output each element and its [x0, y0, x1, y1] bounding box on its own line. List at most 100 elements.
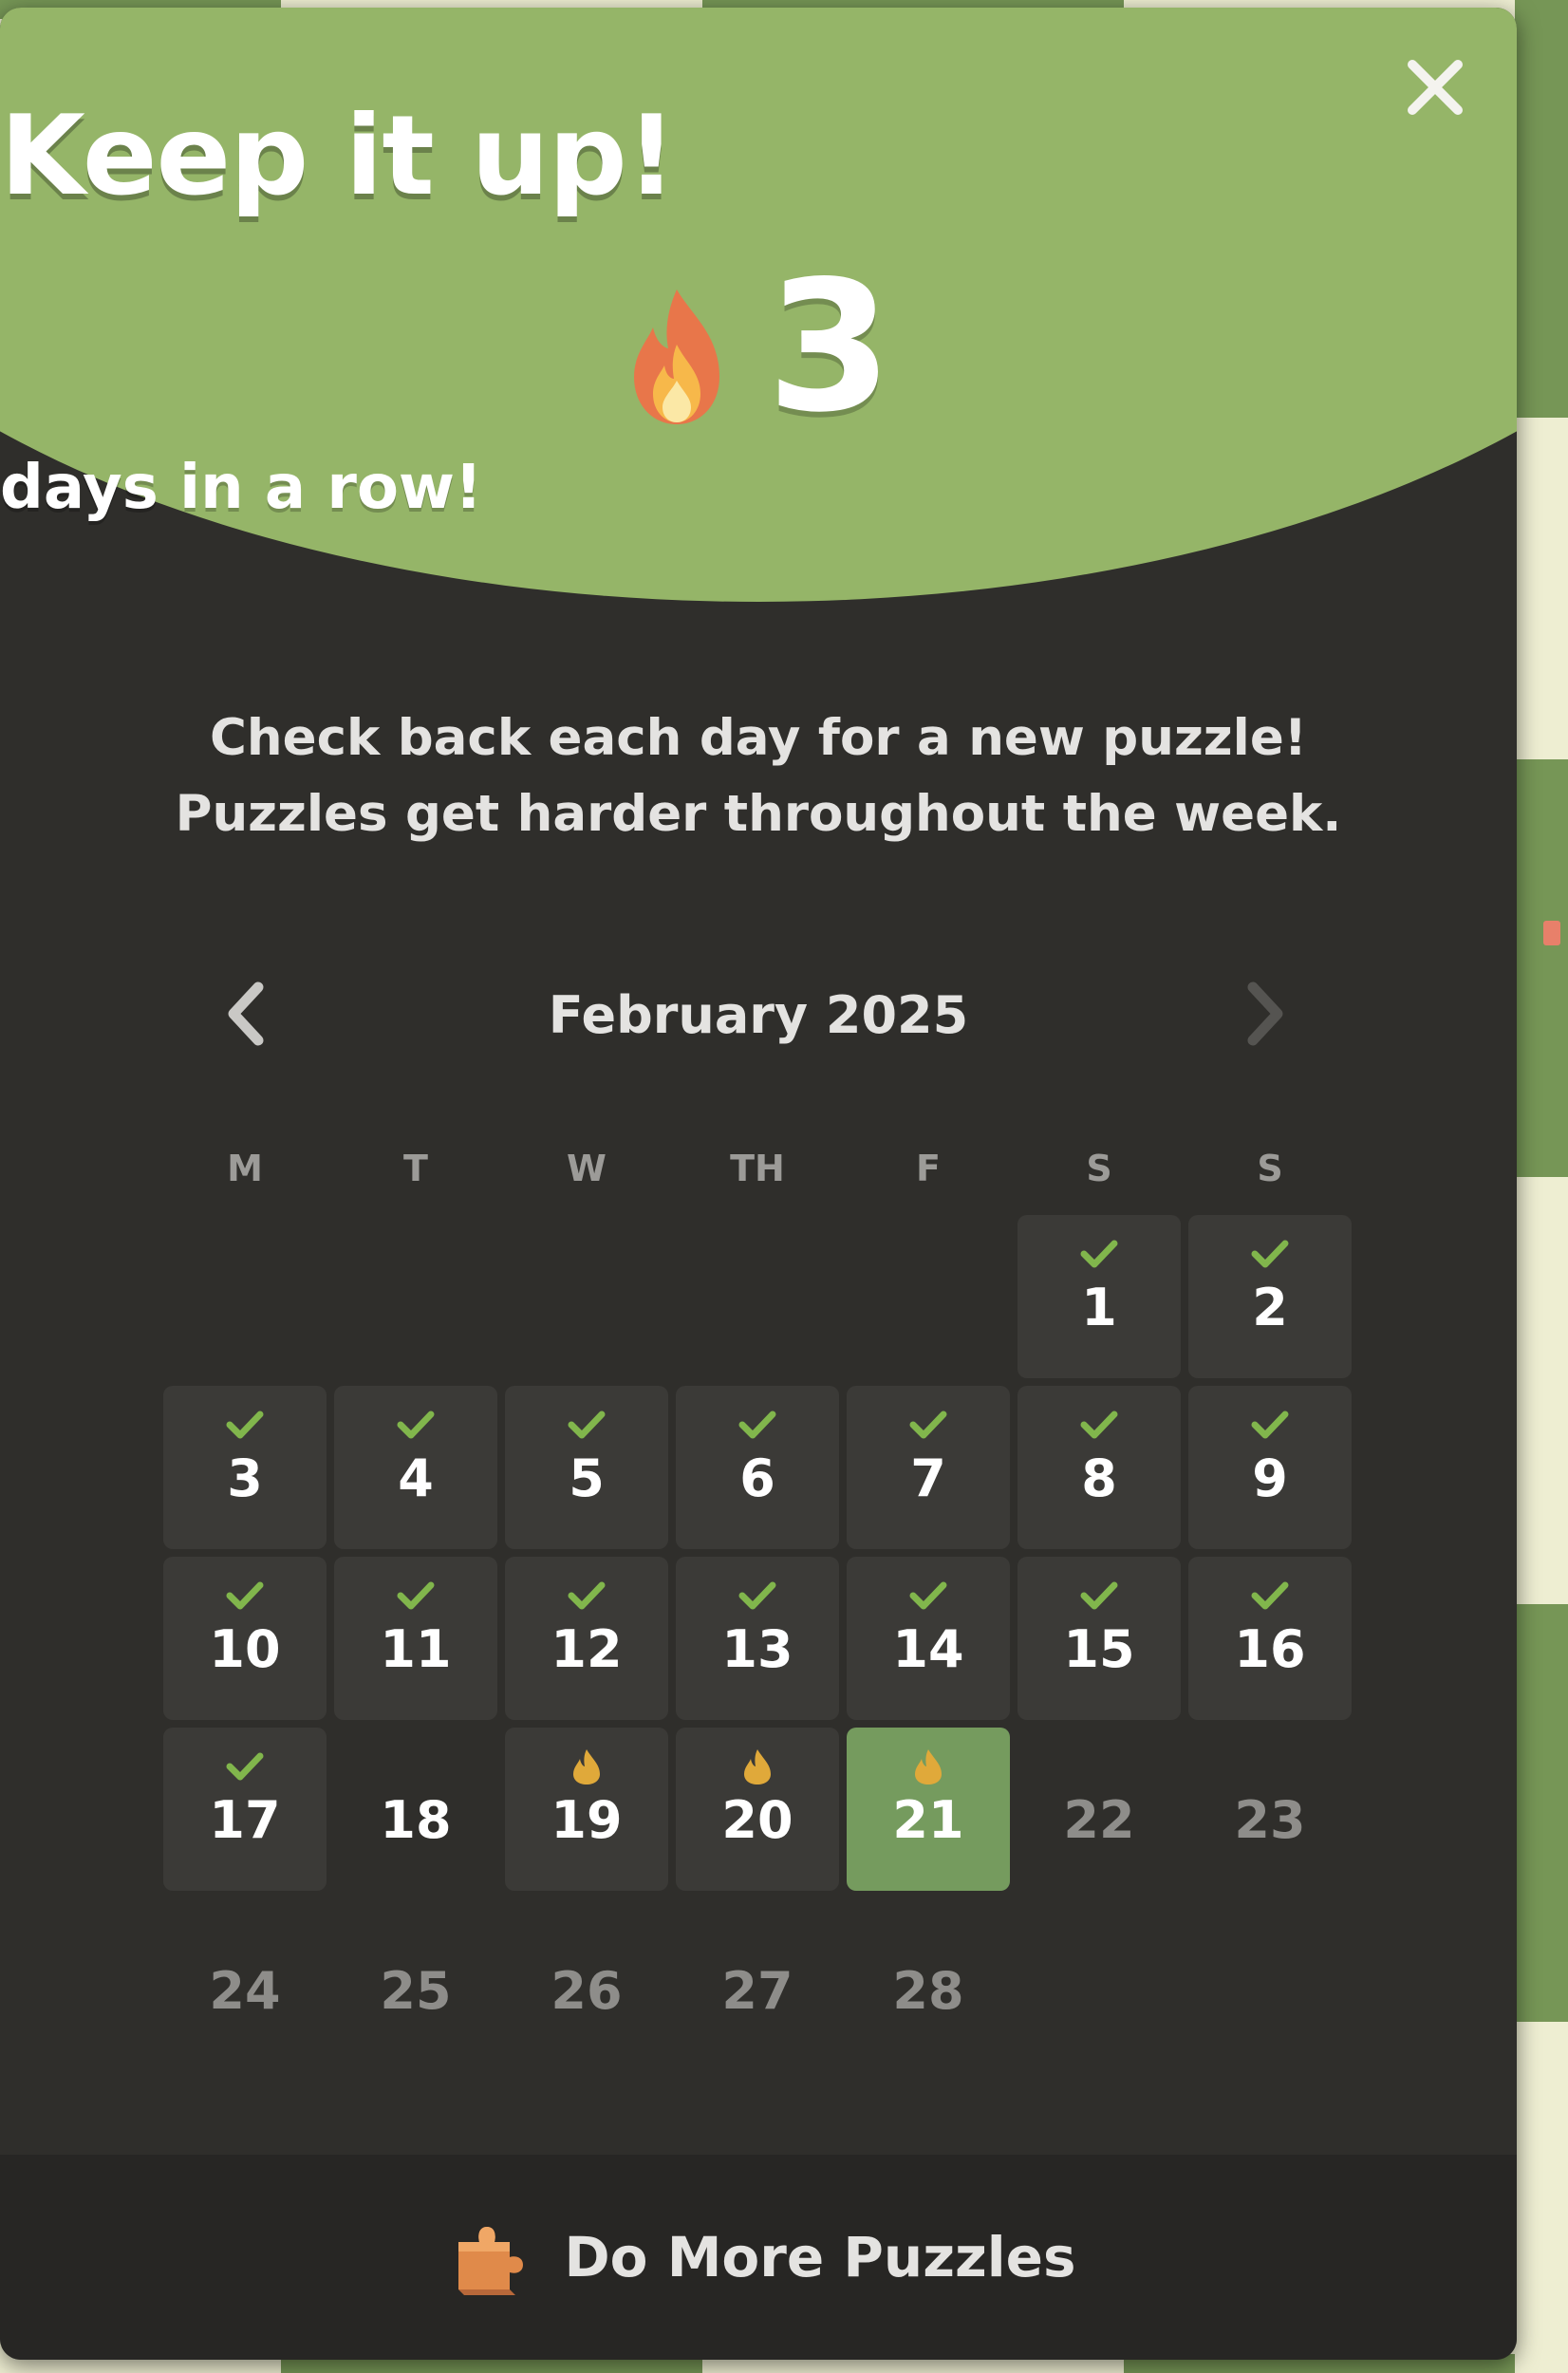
next-month-button[interactable]	[1224, 976, 1300, 1052]
calendar-blank-cell	[334, 1215, 497, 1378]
checkmark-icon	[566, 1403, 607, 1447]
streak-label: days in a row!	[0, 453, 483, 523]
weekday-label: M	[227, 1148, 263, 1189]
calendar-day-28: 28	[847, 1898, 1010, 2062]
checkmark-icon	[395, 1574, 437, 1617]
checkmark-icon	[1078, 1403, 1120, 1447]
calendar-day-number: 11	[380, 1619, 452, 1679]
calendar-day-number: 22	[1063, 1790, 1135, 1850]
info-message: Check back each day for a new puzzle! Pu…	[0, 701, 1517, 852]
info-message-line-1: Check back each day for a new puzzle!	[210, 709, 1307, 767]
calendar-blank-cell	[676, 1215, 839, 1378]
calendar-day-20[interactable]: 20	[676, 1728, 839, 1891]
checkmark-icon	[395, 1403, 437, 1447]
calendar-day-number: 21	[892, 1790, 964, 1850]
calendar-day-number: 18	[380, 1790, 452, 1850]
calendar-day-number: 24	[209, 1961, 281, 2021]
board-background-strip	[1515, 0, 1568, 2373]
do-more-puzzles-button[interactable]: Do More Puzzles	[0, 2155, 1517, 2360]
calendar-day-17[interactable]: 17	[163, 1728, 327, 1891]
calendar-day-19[interactable]: 19	[505, 1728, 668, 1891]
calendar-grid: 1 2 3 4 5 6 7 8 9 10 11 12 13 14 15 16 17 18 19 20 21 22 23 24 2…	[163, 1215, 1353, 2062]
popup-title: Keep it up!	[0, 92, 677, 220]
chevron-right-icon	[1247, 981, 1283, 1046]
calendar-day-7[interactable]: 7	[847, 1386, 1010, 1549]
calendar-day-24: 24	[163, 1898, 327, 2062]
calendar-day-18[interactable]: 18	[334, 1728, 497, 1891]
checkmark-icon	[224, 1403, 266, 1447]
calendar-day-number: 7	[910, 1448, 946, 1508]
weekday-label: T	[403, 1148, 428, 1189]
calendar-day-number: 25	[380, 1961, 452, 2021]
calendar-day-number: 8	[1081, 1448, 1117, 1508]
calendar-day-5[interactable]: 5	[505, 1386, 668, 1549]
weekday-label: S	[1086, 1148, 1112, 1189]
flame-icon	[571, 1745, 602, 1788]
calendar-day-8[interactable]: 8	[1017, 1386, 1181, 1549]
calendar-day-6[interactable]: 6	[676, 1386, 839, 1549]
calendar-day-2[interactable]: 2	[1188, 1215, 1352, 1378]
calendar-day-11[interactable]: 11	[334, 1557, 497, 1720]
calendar-day-13[interactable]: 13	[676, 1557, 839, 1720]
calendar-day-number: 19	[551, 1790, 623, 1850]
calendar-day-number: 27	[721, 1961, 793, 2021]
calendar-day-9[interactable]: 9	[1188, 1386, 1352, 1549]
calendar-day-number: 28	[892, 1961, 964, 2021]
calendar-day-23: 23	[1188, 1728, 1352, 1891]
streak-count: 3	[766, 242, 893, 452]
flame-icon	[913, 1745, 943, 1788]
calendar-day-number: 26	[551, 1961, 623, 2021]
checkmark-icon	[566, 1574, 607, 1617]
calendar-day-number: 23	[1234, 1790, 1306, 1850]
weekday-label: TH	[730, 1148, 785, 1189]
streak-modal: Keep it up! 3 days in a row! Check back …	[0, 8, 1517, 2360]
calendar-day-number: 16	[1234, 1619, 1306, 1679]
streak-row: 3	[0, 242, 1517, 452]
calendar-day-number: 6	[739, 1448, 775, 1508]
calendar-day-14[interactable]: 14	[847, 1557, 1010, 1720]
checkmark-icon	[1078, 1574, 1120, 1617]
calendar-day-number: 9	[1252, 1448, 1288, 1508]
board-highlight-marker	[1543, 921, 1560, 945]
checkmark-icon	[1249, 1232, 1291, 1276]
calendar-day-number: 4	[398, 1448, 434, 1508]
calendar-day-16[interactable]: 16	[1188, 1557, 1352, 1720]
calendar-day-number: 2	[1252, 1278, 1288, 1337]
calendar-blank-cell	[505, 1215, 668, 1378]
calendar-day-12[interactable]: 12	[505, 1557, 668, 1720]
calendar-day-4[interactable]: 4	[334, 1386, 497, 1549]
checkmark-icon	[1249, 1403, 1291, 1447]
puzzle-piece-icon	[457, 2227, 523, 2295]
calendar-day-number: 14	[892, 1619, 964, 1679]
weekday-header-row: M T W TH F S S	[163, 1145, 1353, 1192]
calendar-day-15[interactable]: 15	[1017, 1557, 1181, 1720]
calendar-day-10[interactable]: 10	[163, 1557, 327, 1720]
checkmark-icon	[1249, 1574, 1291, 1617]
checkmark-icon	[224, 1745, 266, 1788]
calendar-day-25: 25	[334, 1898, 497, 2062]
calendar-header: February 2025	[0, 966, 1517, 1052]
calendar-day-22: 22	[1017, 1728, 1181, 1891]
calendar-blank-cell	[847, 1215, 1010, 1378]
flame-icon	[742, 1745, 773, 1788]
checkmark-icon	[907, 1574, 949, 1617]
calendar-day-number: 15	[1063, 1619, 1135, 1679]
calendar-day-27: 27	[676, 1898, 839, 2062]
info-message-line-2: Puzzles get harder throughout the week.	[175, 785, 1342, 843]
calendar-day-21[interactable]: 21	[847, 1728, 1010, 1891]
checkmark-icon	[737, 1574, 778, 1617]
calendar-day-1[interactable]: 1	[1017, 1215, 1181, 1378]
calendar-day-number: 12	[551, 1619, 623, 1679]
checkmark-icon	[737, 1403, 778, 1447]
checkmark-icon	[1078, 1232, 1120, 1276]
calendar-blank-cell	[163, 1215, 327, 1378]
weekday-label: S	[1257, 1148, 1283, 1189]
calendar-day-number: 1	[1081, 1278, 1117, 1337]
checkmark-icon	[907, 1403, 949, 1447]
calendar-day-26: 26	[505, 1898, 668, 2062]
do-more-puzzles-label: Do More Puzzles	[564, 2225, 1076, 2289]
flame-icon	[633, 290, 719, 424]
calendar-day-number: 17	[209, 1790, 281, 1850]
calendar-day-number: 3	[227, 1448, 263, 1508]
calendar-day-3[interactable]: 3	[163, 1386, 327, 1549]
